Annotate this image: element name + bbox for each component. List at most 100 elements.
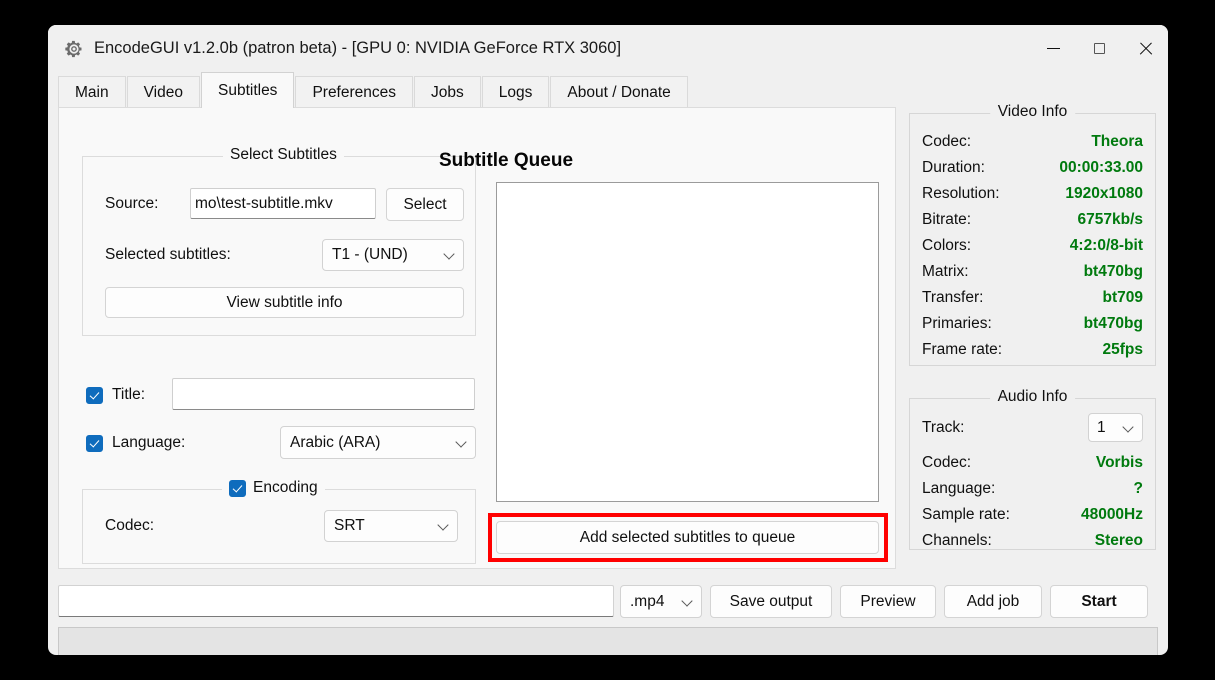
title-label: Title:	[112, 386, 146, 403]
title-checkbox[interactable]	[86, 386, 103, 404]
video-info-value: 25fps	[1102, 340, 1144, 358]
add-job-button[interactable]: Add job	[944, 585, 1042, 618]
tab-bar: Main Video Subtitles Preferences Jobs Lo…	[58, 72, 689, 108]
title-row: Title:	[86, 386, 145, 404]
selected-subtitles-dropdown[interactable]: T1 - (UND)	[322, 239, 464, 271]
tab-subtitles[interactable]: Subtitles	[200, 72, 295, 108]
tab-about[interactable]: About / Donate	[550, 76, 688, 108]
video-info-title: Video Info	[989, 103, 1076, 121]
selected-subtitles-label: Selected subtitles:	[105, 246, 231, 263]
video-info-panel: Video Info Codec: Theora Duration: 00:00:3…	[909, 103, 1156, 366]
video-info-key: Resolution:	[922, 184, 1000, 202]
source-input[interactable]	[190, 188, 376, 219]
audio-info-value: Stereo	[1094, 531, 1143, 549]
video-info-value: 6757kb/s	[1077, 210, 1144, 228]
audio-track-row: Track: 1	[922, 413, 1143, 442]
maximize-button[interactable]	[1076, 25, 1122, 72]
title-input[interactable]	[172, 378, 475, 410]
audio-info-row: Channels: Stereo	[922, 528, 1143, 553]
language-checkbox[interactable]	[86, 434, 103, 452]
subtitle-queue-list[interactable]	[496, 182, 879, 502]
tab-jobs[interactable]: Jobs	[414, 76, 481, 108]
chevron-down-icon	[1124, 423, 1133, 432]
audio-info-panel: Audio Info Track: 1 Codec: Vorbis Languag…	[909, 388, 1156, 553]
container-format-dropdown[interactable]: .mp4	[620, 585, 702, 618]
codec-dropdown[interactable]: SRT	[324, 510, 458, 542]
video-info-row: Colors: 4:2:0/8-bit	[922, 233, 1143, 258]
audio-track-value: 1	[1097, 418, 1106, 436]
window-controls	[1030, 25, 1168, 72]
video-info-key: Primaries:	[922, 314, 992, 332]
subtitle-queue-title: Subtitle Queue	[438, 150, 574, 171]
language-row: Language:	[86, 434, 185, 452]
source-label: Source:	[105, 195, 159, 212]
audio-info-key: Language:	[922, 479, 996, 497]
video-info-row: Matrix: bt470bg	[922, 259, 1143, 284]
minimize-button[interactable]	[1030, 25, 1076, 72]
video-info-value: bt470bg	[1083, 314, 1143, 332]
language-label: Language:	[112, 434, 186, 451]
close-icon	[1138, 41, 1153, 56]
tab-main[interactable]: Main	[58, 76, 126, 108]
audio-info-row: Codec: Vorbis	[922, 450, 1143, 475]
view-subtitle-info-button[interactable]: View subtitle info	[105, 287, 464, 318]
start-button[interactable]: Start	[1050, 585, 1148, 618]
codec-label: Codec:	[105, 517, 155, 534]
preview-button[interactable]: Preview	[840, 585, 936, 618]
video-info-row: Duration: 00:00:33.00	[922, 155, 1143, 180]
tab-video[interactable]: Video	[126, 76, 200, 108]
video-info-key: Matrix:	[922, 262, 969, 280]
video-info-row: Transfer: bt709	[922, 285, 1143, 310]
application-window: EncodeGUI v1.2.0b (patron beta) - [GPU 0…	[48, 25, 1168, 655]
language-value: Arabic (ARA)	[290, 433, 381, 451]
select-source-button[interactable]: Select	[386, 188, 464, 221]
video-info-key: Colors:	[922, 236, 972, 254]
chevron-down-icon	[457, 438, 466, 447]
video-info-row: Primaries: bt470bg	[922, 311, 1143, 336]
codec-value: SRT	[334, 517, 365, 534]
output-path-input[interactable]	[58, 585, 614, 617]
title-bar: EncodeGUI v1.2.0b (patron beta) - [GPU 0…	[48, 25, 1168, 72]
encoding-checkbox[interactable]	[229, 479, 246, 497]
encoding-group-title: Encoding	[222, 479, 325, 497]
video-info-key: Transfer:	[922, 288, 984, 306]
tab-preferences[interactable]: Preferences	[295, 76, 414, 108]
audio-info-key: Codec:	[922, 453, 972, 471]
video-info-key: Frame rate:	[922, 340, 1003, 358]
close-button[interactable]	[1122, 25, 1168, 72]
selected-subtitles-value: T1 - (UND)	[332, 246, 408, 263]
subtitles-panel: Select Subtitles Source: Select Selected…	[58, 107, 896, 569]
gear-icon	[65, 40, 82, 57]
window-title: EncodeGUI v1.2.0b (patron beta) - [GPU 0…	[94, 39, 622, 57]
audio-info-value: Vorbis	[1095, 453, 1143, 471]
save-output-button[interactable]: Save output	[710, 585, 832, 618]
audio-track-label: Track:	[922, 418, 965, 436]
video-info-key: Codec:	[922, 132, 972, 150]
audio-track-dropdown[interactable]: 1	[1088, 413, 1143, 442]
tab-logs[interactable]: Logs	[481, 76, 550, 108]
chevron-down-icon	[683, 597, 692, 606]
language-dropdown[interactable]: Arabic (ARA)	[280, 426, 476, 459]
video-info-row: Codec: Theora	[922, 129, 1143, 154]
select-subtitles-group: Select Subtitles Source: Select Selected…	[82, 146, 476, 336]
video-info-row: Resolution: 1920x1080	[922, 181, 1143, 206]
encoding-label: Encoding	[253, 479, 318, 496]
container-format-value: .mp4	[630, 592, 665, 610]
add-selected-subtitles-button[interactable]: Add selected subtitles to queue	[496, 521, 879, 554]
video-info-value: 4:2:0/8-bit	[1069, 236, 1143, 254]
maximize-icon	[1093, 43, 1105, 54]
status-bar	[58, 627, 1158, 655]
video-info-value: Theora	[1091, 132, 1143, 150]
audio-info-key: Sample rate:	[922, 505, 1010, 523]
audio-info-row: Sample rate: 48000Hz	[922, 502, 1143, 527]
video-info-value: 00:00:33.00	[1059, 158, 1143, 176]
audio-info-key: Channels:	[922, 531, 992, 549]
video-info-row: Frame rate: 25fps	[922, 337, 1143, 362]
video-info-row: Bitrate: 6757kb/s	[922, 207, 1143, 232]
chevron-down-icon	[445, 250, 454, 259]
video-info-value: 1920x1080	[1065, 184, 1143, 202]
audio-info-title: Audio Info	[989, 388, 1076, 406]
minimize-icon	[1046, 48, 1060, 49]
audio-info-value: ?	[1133, 479, 1143, 497]
audio-info-row: Language:?	[922, 476, 1143, 501]
